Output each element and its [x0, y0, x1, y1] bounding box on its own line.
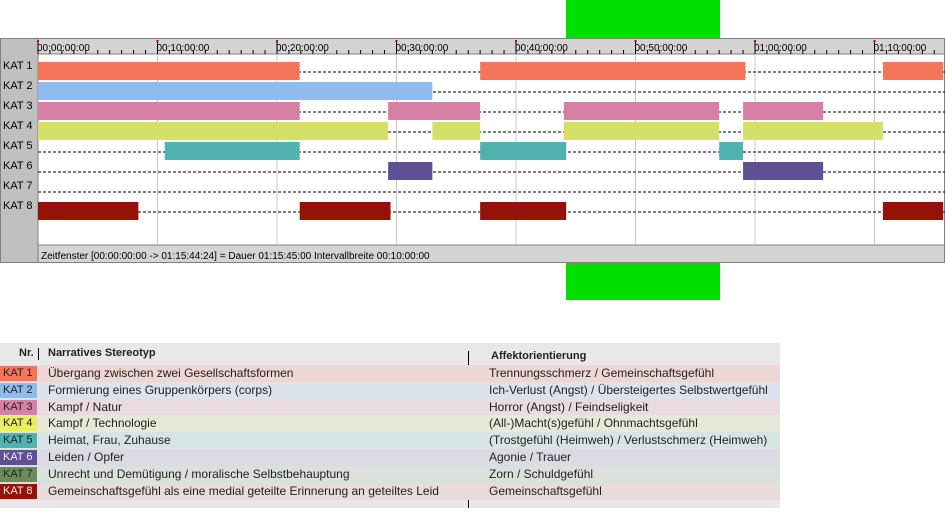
legend-category-badge: KAT 2: [0, 382, 37, 398]
category-segment-bar[interactable]: [388, 162, 433, 180]
category-segment-bar[interactable]: [480, 202, 567, 220]
legend-stereotyp-text: Kampf / Natur: [48, 399, 123, 414]
category-segment-bar[interactable]: [743, 162, 824, 180]
category-segment-bar[interactable]: [743, 122, 883, 140]
category-segment-bar[interactable]: [480, 142, 567, 160]
category-segment-bar[interactable]: [563, 122, 720, 140]
ruler-major-tick-marker: [515, 40, 517, 42]
legend-row: KAT 1 Übergang zwischen zwei Gesellschaft…: [0, 365, 780, 382]
legend-stereotyp-text: Unrecht und Demütigung / moralische Selb…: [48, 466, 350, 481]
tick-label: 00:10:00:00: [157, 43, 210, 54]
category-label: KAT 1: [3, 60, 33, 72]
legend-category-badge: KAT 7: [0, 466, 37, 482]
timeline-panel: 00:00:00:00 00:10:00:00 00:20:00:00 00:30:0…: [0, 38, 945, 263]
legend-stereotyp-text: Übergang zwischen zwei Gesellschaftsform…: [48, 366, 294, 380]
category-label: KAT 8: [3, 200, 33, 212]
legend-affekt-text: Gemeinschaftsgefühl: [489, 483, 602, 498]
legend-header-separator: [38, 348, 39, 360]
legend-category-badge: KAT 5: [0, 433, 37, 449]
legend-affekt-text: Trennungsschmerz / Gemeinschaftsgefühl: [489, 366, 714, 380]
category-segment-bar[interactable]: [38, 62, 300, 80]
legend-category-badge: KAT 4: [0, 416, 37, 432]
legend-affekt-text: Ich-Verlust (Angst) / Übersteigertes Sel…: [489, 382, 768, 397]
legend-category-badge: KAT 8: [0, 483, 37, 499]
ruler-major-tick-marker: [395, 40, 398, 42]
timeline-chart: 00:00:00:00 00:10:00:00 00:20:00:00 00:30:0…: [0, 38, 945, 263]
category-segment-bar[interactable]: [38, 122, 389, 140]
tick-label: 00:50:00:00: [635, 43, 688, 54]
ruler-major-tick-marker: [156, 40, 159, 42]
green-highlight-top: [566, 0, 720, 38]
category-segment-bar[interactable]: [432, 122, 481, 140]
legend-stereotyp-text: Leiden / Opfer: [48, 450, 125, 464]
legend-affekt-text: (All-)Macht(s)gefühl / Ohnmachtsgefühl: [489, 416, 698, 431]
category-segment-bar[interactable]: [563, 102, 720, 120]
tick-label: 00:00:00:00: [37, 43, 90, 54]
category-label: KAT 4: [3, 120, 33, 132]
category-label: KAT 3: [3, 100, 33, 112]
tick-label: 01:10:00:00: [874, 43, 927, 54]
legend-category-badge: KAT 3: [0, 399, 37, 415]
legend-row: KAT 4 Kampf / Technologie (All-)Macht(s)ge…: [0, 415, 780, 433]
category-segment-bar[interactable]: [38, 82, 433, 100]
tick-label: 00:40:00:00: [515, 43, 568, 54]
legend-row: KAT 5 Heimat, Frau, Zuhause (Trostgefühl (…: [0, 432, 780, 450]
legend-row: KAT 3 Kampf / Natur Horror (Angst) / Feind…: [0, 398, 780, 416]
category-label: KAT 6: [3, 160, 33, 172]
ruler-major-tick-marker: [276, 40, 278, 42]
category-segment-bar[interactable]: [882, 62, 944, 80]
legend-header-stereotyp: Narratives Stereotyp: [48, 347, 156, 359]
ruler-major-tick-marker: [873, 40, 876, 42]
legend-stereotyp-text: Formierung eines Gruppenkörpers (corps): [48, 382, 273, 397]
category-segment-bar[interactable]: [719, 142, 744, 160]
category-label: KAT 5: [3, 140, 33, 152]
status-text: Zeitfenster [00:00:00:00 -> 01:15:44:24]…: [41, 251, 430, 262]
category-label: KAT 2: [3, 80, 33, 92]
legend-affekt-text: (Trostgefühl (Heimweh) / Verlustschmerz …: [489, 433, 768, 448]
legend-category-badge: KAT 1: [0, 366, 37, 381]
legend-header-affekt: Affektorientierung: [491, 350, 587, 362]
ruler-major-tick-marker: [754, 40, 756, 42]
legend-affekt-text: Zorn / Schuldgefühl: [489, 466, 594, 481]
category-segment-bar[interactable]: [38, 102, 300, 120]
legend-stereotyp-text: Heimat, Frau, Zuhause: [48, 433, 171, 448]
green-highlight-bottom: [566, 263, 720, 300]
legend-row: KAT 2 Formierung eines Gruppenkörpers (co…: [0, 381, 780, 399]
tick-label: 00:30:00:00: [396, 43, 449, 54]
legend-header-nr: Nr.: [19, 347, 34, 359]
legend-row: KAT 8 Gemeinschaftsgefühl als eine medial…: [0, 482, 780, 500]
legend-table: Nr. Narratives Stereotyp Affektorientier…: [0, 343, 780, 508]
legend-stereotyp-text: Kampf / Technologie: [48, 416, 157, 431]
ruler-major-tick-marker: [37, 40, 39, 42]
legend-affekt-text: Horror (Angst) / Feindseligkeit: [489, 399, 649, 414]
category-segment-bar[interactable]: [299, 202, 391, 220]
tick-label: 00:20:00:00: [276, 43, 329, 54]
category-segment-bar[interactable]: [743, 102, 824, 120]
category-segment-bar[interactable]: [164, 142, 300, 160]
category-label: KAT 7: [3, 180, 33, 192]
legend-row: KAT 6 Leiden / Opfer Agonie / Trauer: [0, 449, 780, 466]
tick-label: 01:00:00:00: [754, 43, 807, 54]
ruler-major-tick-marker: [634, 40, 637, 42]
legend-row: KAT 7 Unrecht und Demütigung / moralische…: [0, 465, 780, 483]
legend-category-badge: KAT 6: [0, 450, 37, 465]
category-segment-bar[interactable]: [882, 202, 944, 220]
category-segment-bar[interactable]: [480, 62, 746, 80]
legend-stereotyp-text: Gemeinschaftsgefühl als eine medial gete…: [48, 483, 439, 498]
category-segment-bar[interactable]: [388, 102, 481, 120]
category-segment-bar[interactable]: [38, 202, 139, 220]
legend-affekt-text: Agonie / Trauer: [489, 450, 572, 464]
